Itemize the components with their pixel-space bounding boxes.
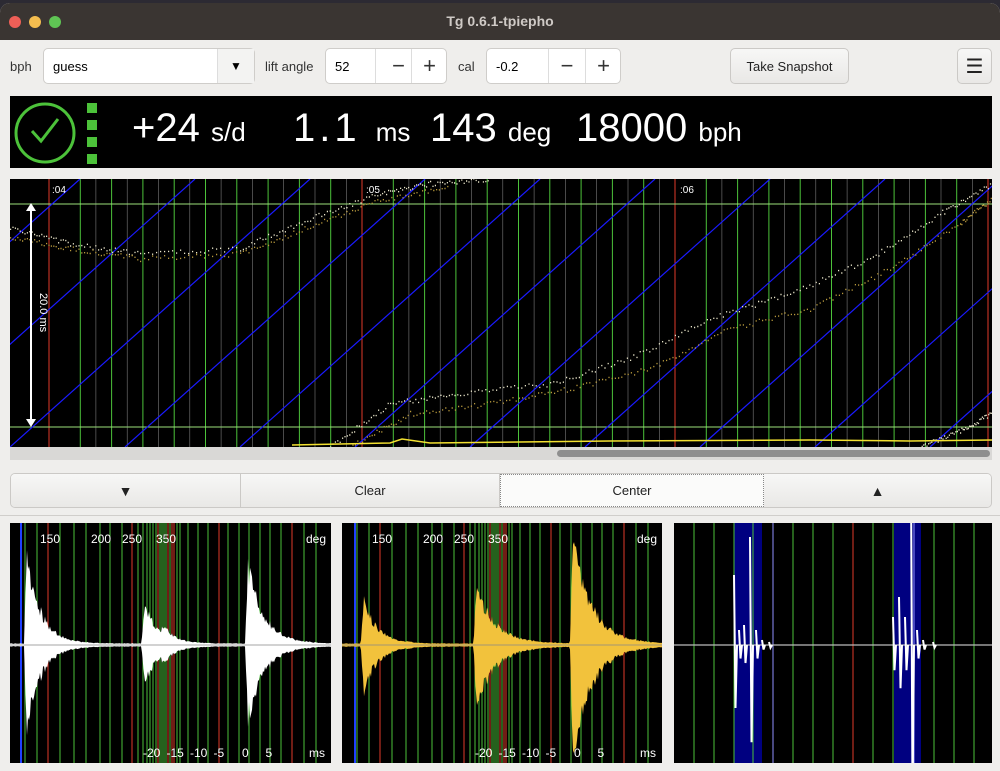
period-waveform-panel xyxy=(674,523,992,763)
cal-input[interactable]: -0.2 xyxy=(496,59,518,74)
deg-tick-label: 150 xyxy=(372,532,392,546)
ms-tick-label: 0 xyxy=(242,746,249,760)
time-label: :06 xyxy=(680,185,694,196)
deg-tick-label: 200 xyxy=(91,532,111,546)
bph-label: bph xyxy=(10,59,32,74)
ms-tick-label: 0 xyxy=(574,746,581,760)
deg-tick-label: 200 xyxy=(423,532,443,546)
hamburger-menu-icon[interactable]: ☰ xyxy=(957,48,992,84)
ms-tick-label: -5 xyxy=(546,746,557,760)
app-window: Tg 0.6.1-tpiepho bph guess ▼ lift angle … xyxy=(0,3,1000,771)
amplitude-value: 143 xyxy=(430,106,497,150)
beat-error-readout: 1.1 ms xyxy=(293,106,410,151)
beat-error-value: 1.1 xyxy=(293,106,361,150)
bph-value: guess xyxy=(53,59,88,74)
scroll-down-button[interactable]: ▼ xyxy=(11,474,241,507)
beat-error-unit: ms xyxy=(376,117,411,147)
deg-unit-label: deg xyxy=(306,532,326,546)
amplitude-unit: deg xyxy=(508,117,551,147)
ms-unit-label: ms xyxy=(309,746,325,760)
scroll-up-button[interactable]: ▲ xyxy=(764,474,991,507)
maximize-button[interactable] xyxy=(49,16,61,28)
deg-tick-label: 150 xyxy=(40,532,60,546)
ms-unit-label: ms xyxy=(640,746,656,760)
close-button[interactable] xyxy=(9,16,21,28)
triangle-down-icon: ▼ xyxy=(119,483,133,499)
rate-value: +24 xyxy=(132,106,200,150)
tick-waveform-panel: 150 200 250 350 deg -20 -15 -10 -5 0 5 ms xyxy=(10,523,331,763)
title-bar: Tg 0.6.1-tpiepho xyxy=(0,3,1000,40)
cal-spinner[interactable]: -0.2 − + xyxy=(486,48,621,84)
deg-tick-label: 350 xyxy=(156,532,176,546)
bph-readout-value: 18000 xyxy=(576,106,687,150)
deg-tick-label: 350 xyxy=(488,532,508,546)
ms-tick-label: -15 xyxy=(167,746,185,760)
bph-combobox[interactable]: guess ▼ xyxy=(43,48,255,84)
cal-increment[interactable]: + xyxy=(585,49,621,83)
take-snapshot-button[interactable]: Take Snapshot xyxy=(730,48,849,84)
ms-tick-label: -15 xyxy=(499,746,517,760)
clear-button[interactable]: Clear xyxy=(241,474,500,507)
window-title: Tg 0.6.1-tpiepho xyxy=(446,13,553,29)
ms-tick-label: -10 xyxy=(522,746,540,760)
chevron-down-icon[interactable]: ▼ xyxy=(217,49,254,83)
rate-readout: +24 s/d xyxy=(132,106,246,151)
time-label: :04 xyxy=(52,185,66,196)
scale-label: 20.0 ms xyxy=(37,293,49,333)
clock-check-icon xyxy=(14,101,104,165)
deg-tick-label: 250 xyxy=(122,532,142,546)
lift-angle-increment[interactable]: + xyxy=(411,49,447,83)
divider xyxy=(0,515,1000,516)
tick-window xyxy=(734,523,762,763)
minimize-button[interactable] xyxy=(29,16,41,28)
ms-tick-label: 5 xyxy=(266,746,273,760)
amplitude-readout: 143 deg xyxy=(430,106,551,151)
readout-display: +24 s/d 1.1 ms 143 deg 18000 bph xyxy=(10,96,992,168)
rate-unit: s/d xyxy=(211,117,246,147)
tock-waveform-panel: 150 200 250 350 deg -20 -15 -10 -5 0 5 ms xyxy=(342,523,662,763)
view-controls: ▼ Clear Center ▲ xyxy=(10,473,992,508)
bph-readout-unit: bph xyxy=(698,117,741,147)
time-label: :05 xyxy=(366,185,380,196)
ms-tick-label: -10 xyxy=(190,746,208,760)
bph-readout: 18000 bph xyxy=(576,106,742,151)
lift-angle-input[interactable]: 52 xyxy=(335,59,349,74)
ms-tick-label: -20 xyxy=(475,746,493,760)
deg-unit-label: deg xyxy=(637,532,657,546)
ms-tick-label: 5 xyxy=(598,746,605,760)
ms-tick-label: -20 xyxy=(143,746,161,760)
scrollbar-thumb[interactable] xyxy=(557,450,990,457)
lift-angle-spinner[interactable]: 52 − + xyxy=(325,48,447,84)
lift-angle-label: lift angle xyxy=(265,59,313,74)
center-button[interactable]: Center xyxy=(500,474,764,507)
deg-tick-label: 250 xyxy=(454,532,474,546)
timegrapher-plot[interactable]: :04 :05 :06 20.0 ms xyxy=(10,179,992,460)
cal-decrement[interactable]: − xyxy=(548,49,585,83)
ms-tick-label: -5 xyxy=(214,746,225,760)
triangle-up-icon: ▲ xyxy=(871,483,885,499)
cal-label: cal xyxy=(458,59,475,74)
